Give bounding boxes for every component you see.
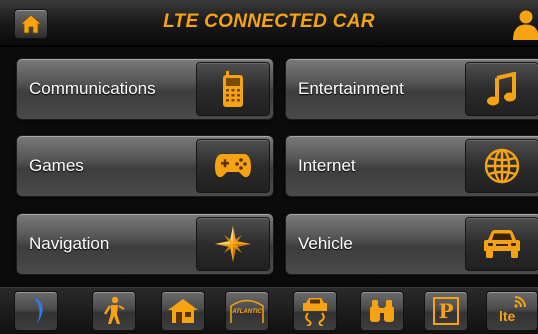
tile-icon-box [465,139,538,193]
tile-icon-box [196,217,270,271]
parking-button[interactable]: P [424,291,468,331]
car-icon [484,230,520,258]
lte-label: lte [499,308,516,324]
compass-star-icon [215,226,251,262]
atlantic-logo-icon: ATLANTIC [230,299,264,323]
traction-button[interactable] [293,291,337,331]
bottom-toolbar: ATLANTIC P lte [0,287,538,334]
lte-signal-icon: lte [495,295,529,327]
atlantic-logo-text: ATLANTIC [231,309,262,315]
globe-icon [484,148,520,184]
user-icon [513,10,538,40]
sightseeing-button[interactable] [360,291,404,331]
hiker-icon [103,296,125,324]
binoculars-icon [370,300,394,322]
tile-label: Entertainment [298,79,404,98]
signal-waves-icon [514,296,526,308]
car-skid-icon [303,298,327,326]
house-icon [168,299,198,323]
tile-entertainment[interactable]: Entertainment [285,58,538,120]
tile-label: Vehicle [298,234,353,253]
parking-icon: P [433,297,459,325]
tile-icon-box [465,62,538,116]
app-title: LTE CONNECTED CAR [163,11,375,32]
home-services-button[interactable] [161,291,205,331]
tile-communications[interactable]: Communications [16,58,274,120]
music-note-icon [487,72,516,106]
gamepad-icon [215,154,251,178]
profile-button[interactable] [510,8,538,40]
tile-label: Navigation [29,234,110,253]
tile-label: Internet [298,156,356,175]
night-mode-button[interactable] [14,291,58,331]
moon-icon [34,298,43,324]
lte-button[interactable]: lte [486,291,538,331]
atlantic-button[interactable]: ATLANTIC [225,291,269,331]
tile-icon-box [465,217,538,271]
tile-icon-box [196,62,270,116]
hiking-button[interactable] [92,291,136,331]
tile-icon-box [196,139,270,193]
tile-internet[interactable]: Internet [285,135,538,197]
tile-label: Communications [29,79,156,98]
header-bar: LTE CONNECTED CAR [0,0,538,47]
tile-navigation[interactable]: Navigation [16,213,274,275]
tile-label: Games [29,156,84,175]
tile-games[interactable]: Games [16,135,274,197]
parking-letter: P [438,299,454,323]
phone-icon [223,71,243,107]
tile-vehicle[interactable]: Vehicle [285,213,538,275]
